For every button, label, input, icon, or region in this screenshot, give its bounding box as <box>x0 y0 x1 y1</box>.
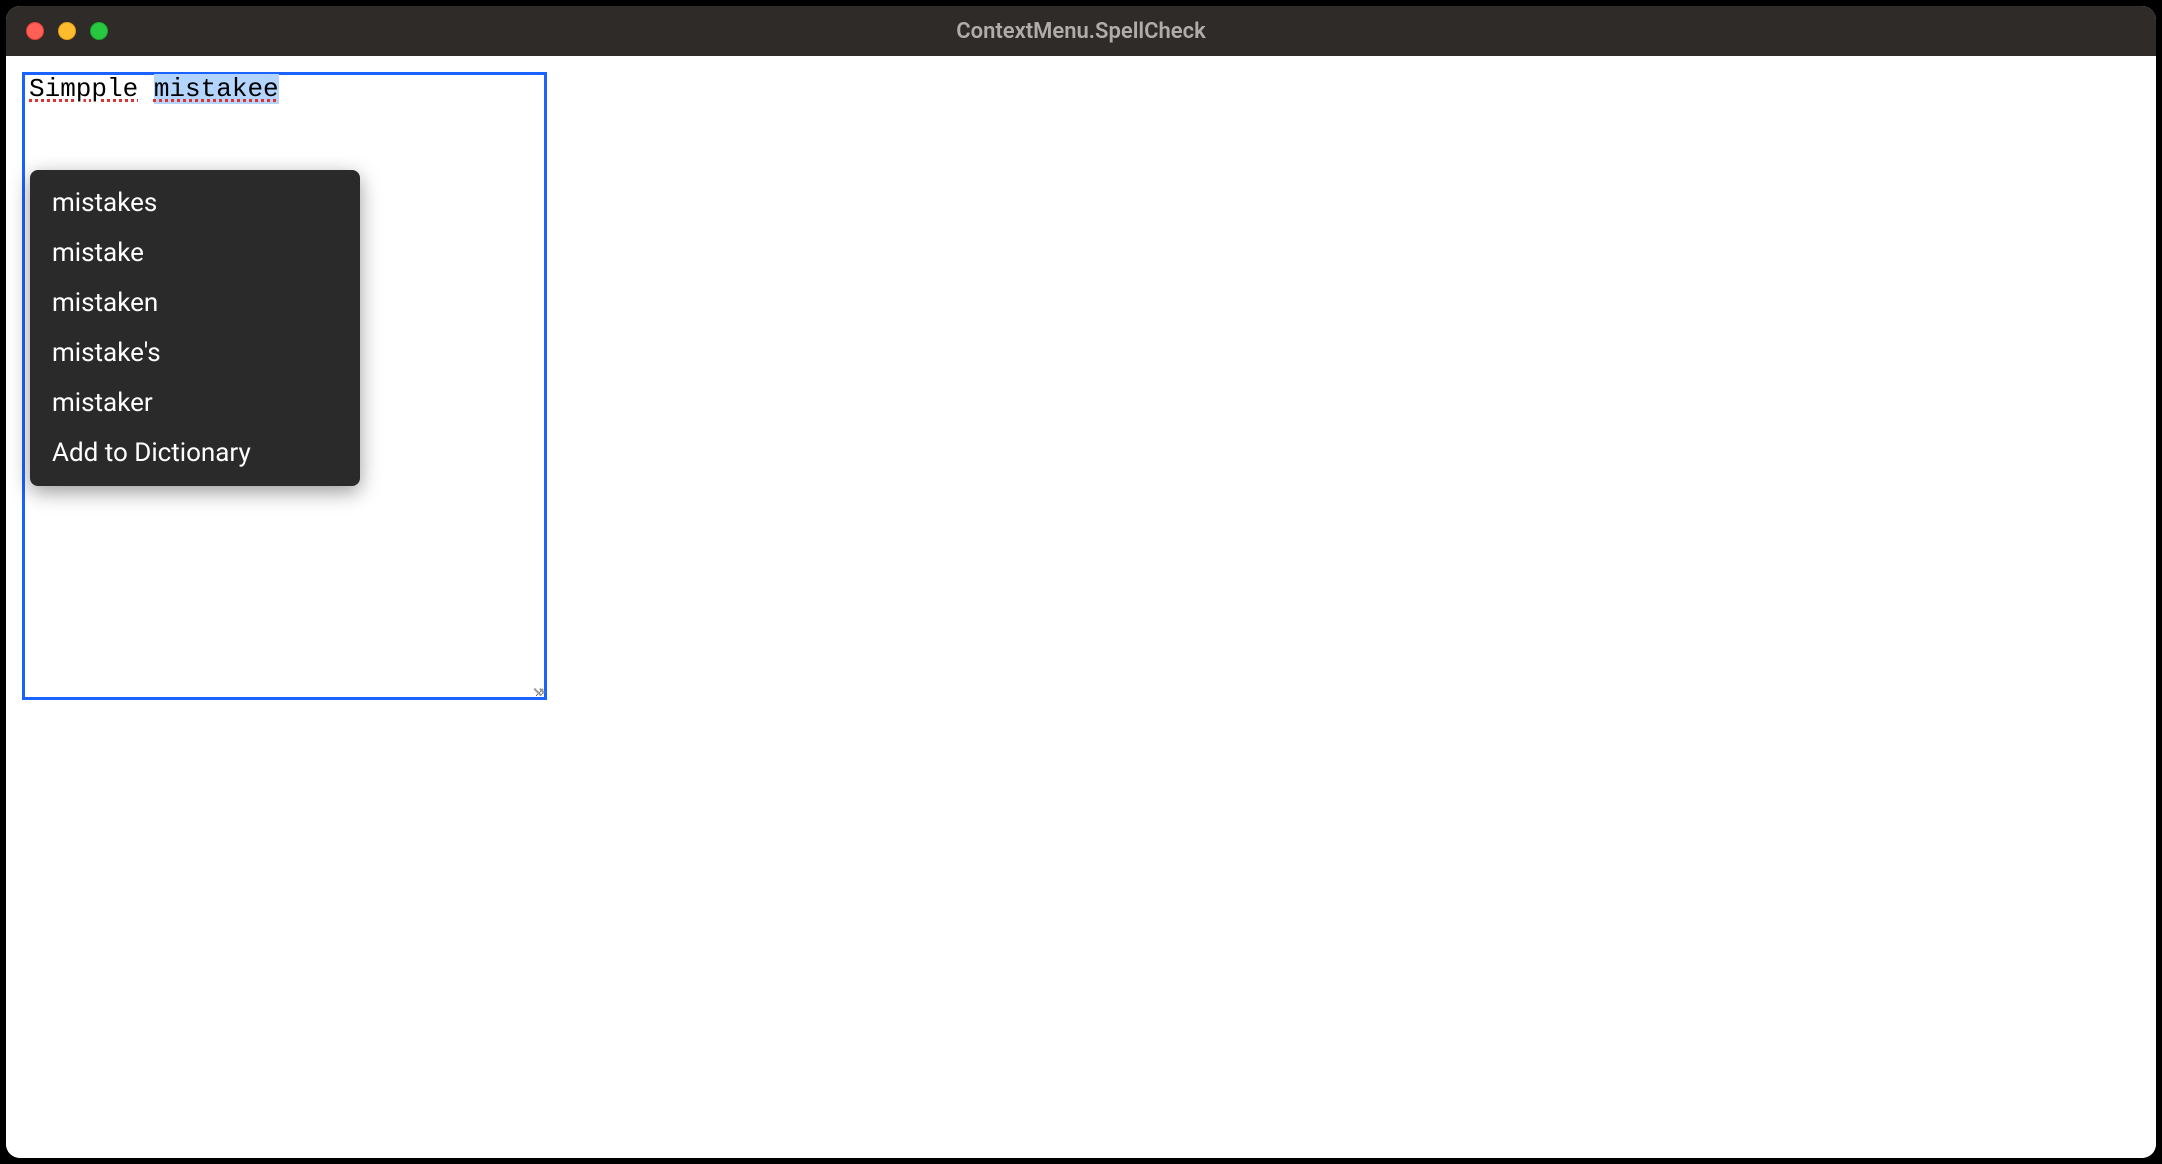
suggestion-item[interactable]: mistaker <box>30 378 360 428</box>
spellcheck-context-menu: mistakes mistake mistaken mistake's mist… <box>30 170 360 486</box>
suggestion-item[interactable]: mistake <box>30 228 360 278</box>
minimize-button[interactable] <box>58 22 76 40</box>
suggestion-item[interactable]: mistakes <box>30 178 360 228</box>
add-to-dictionary-item[interactable]: Add to Dictionary <box>30 428 360 478</box>
zoom-button[interactable] <box>90 22 108 40</box>
close-button[interactable] <box>26 22 44 40</box>
window-controls <box>6 22 108 40</box>
app-window: ContextMenu.SpellCheck Simpple mistakee … <box>6 6 2156 1158</box>
suggestion-item[interactable]: mistaken <box>30 278 360 328</box>
window-titlebar[interactable]: ContextMenu.SpellCheck <box>6 6 2156 56</box>
suggestion-item[interactable]: mistake's <box>30 328 360 378</box>
window-title: ContextMenu.SpellCheck <box>956 19 1205 44</box>
window-content: Simpple mistakee mistakes mistake mistak… <box>6 56 2156 1158</box>
